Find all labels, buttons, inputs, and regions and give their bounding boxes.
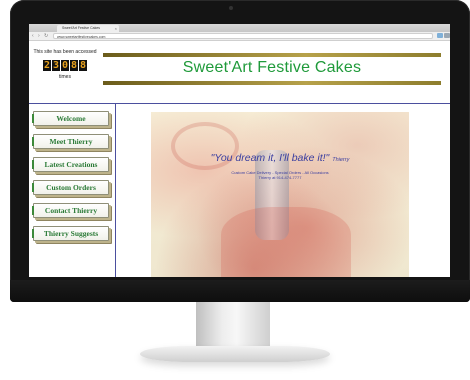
menu-button-custom-orders[interactable]: Custom Orders: [32, 180, 109, 195]
contact-line: Thierry at 914-474-7777: [258, 175, 302, 180]
counter-digit: 0: [61, 60, 69, 71]
counter-digits: 2 3 0 8 8: [43, 60, 87, 71]
browser-nav-bar: ‹ › ↻ www.sweetartfestivecakes.com: [29, 32, 450, 41]
counter-digit: 3: [52, 60, 60, 71]
menu-button-welcome[interactable]: Welcome: [32, 111, 109, 126]
counter-digit: 2: [43, 60, 51, 71]
screen: Sweet'Art Festive Cakes × ‹ › ↻ www.swee…: [29, 24, 450, 277]
monitor-base: [140, 346, 330, 362]
sidebar-rule: [115, 103, 116, 277]
counter-prefix: This site has been accessed: [33, 49, 97, 55]
header-rule: [29, 103, 450, 104]
counter-digit: 8: [70, 60, 78, 71]
tab-title: Sweet'Art Festive Cakes: [62, 26, 101, 30]
tab-close-icon[interactable]: ×: [115, 25, 117, 32]
counter-digit: 8: [79, 60, 87, 71]
monitor-stand: [196, 302, 270, 346]
browser-tab[interactable]: Sweet'Art Festive Cakes ×: [57, 25, 119, 32]
back-arrow-icon[interactable]: ‹: [32, 32, 34, 40]
hero-tagline: "You dream it, I'll bake it!" Thierry: [151, 152, 409, 164]
menu-button-meet-thierry[interactable]: Meet Thierry: [32, 134, 109, 149]
web-page: This site has been accessed 2 3 0 8 8 ti…: [29, 41, 450, 277]
reload-icon[interactable]: ↻: [44, 32, 48, 40]
hero-decoration: [221, 207, 351, 277]
camera-icon: [229, 6, 233, 10]
site-title: Sweet'Art Festive Cakes: [182, 59, 362, 76]
menu-button-thierry-suggests[interactable]: Thierry Suggests: [32, 226, 109, 241]
menu-button-latest-creations[interactable]: Latest Creations: [32, 157, 109, 172]
tagline-signature: Thierry: [332, 157, 350, 163]
hero-subline: Custom Cake Delivery - Special Orders - …: [151, 170, 409, 180]
forward-arrow-icon[interactable]: ›: [38, 32, 40, 40]
address-bar[interactable]: www.sweetartfestivecakes.com: [53, 33, 433, 39]
menu-icon[interactable]: [444, 33, 450, 38]
title-divider-top: [103, 53, 441, 57]
hero-cake-image: "You dream it, I'll bake it!" Thierry Cu…: [151, 112, 409, 277]
menu-button-contact-thierry[interactable]: Contact Thierry: [32, 203, 109, 218]
extension-icon[interactable]: [437, 33, 443, 38]
monitor-chin: [10, 280, 470, 302]
tagline-quote: "You dream it, I'll bake it!": [210, 152, 330, 164]
browser-tab-bar: Sweet'Art Festive Cakes ×: [29, 24, 450, 39]
side-menu: Welcome Meet Thierry Latest Creations Cu…: [32, 111, 113, 249]
visit-counter: This site has been accessed 2 3 0 8 8 ti…: [33, 49, 97, 81]
title-divider-bottom: [103, 81, 441, 85]
counter-suffix: times: [59, 74, 71, 80]
